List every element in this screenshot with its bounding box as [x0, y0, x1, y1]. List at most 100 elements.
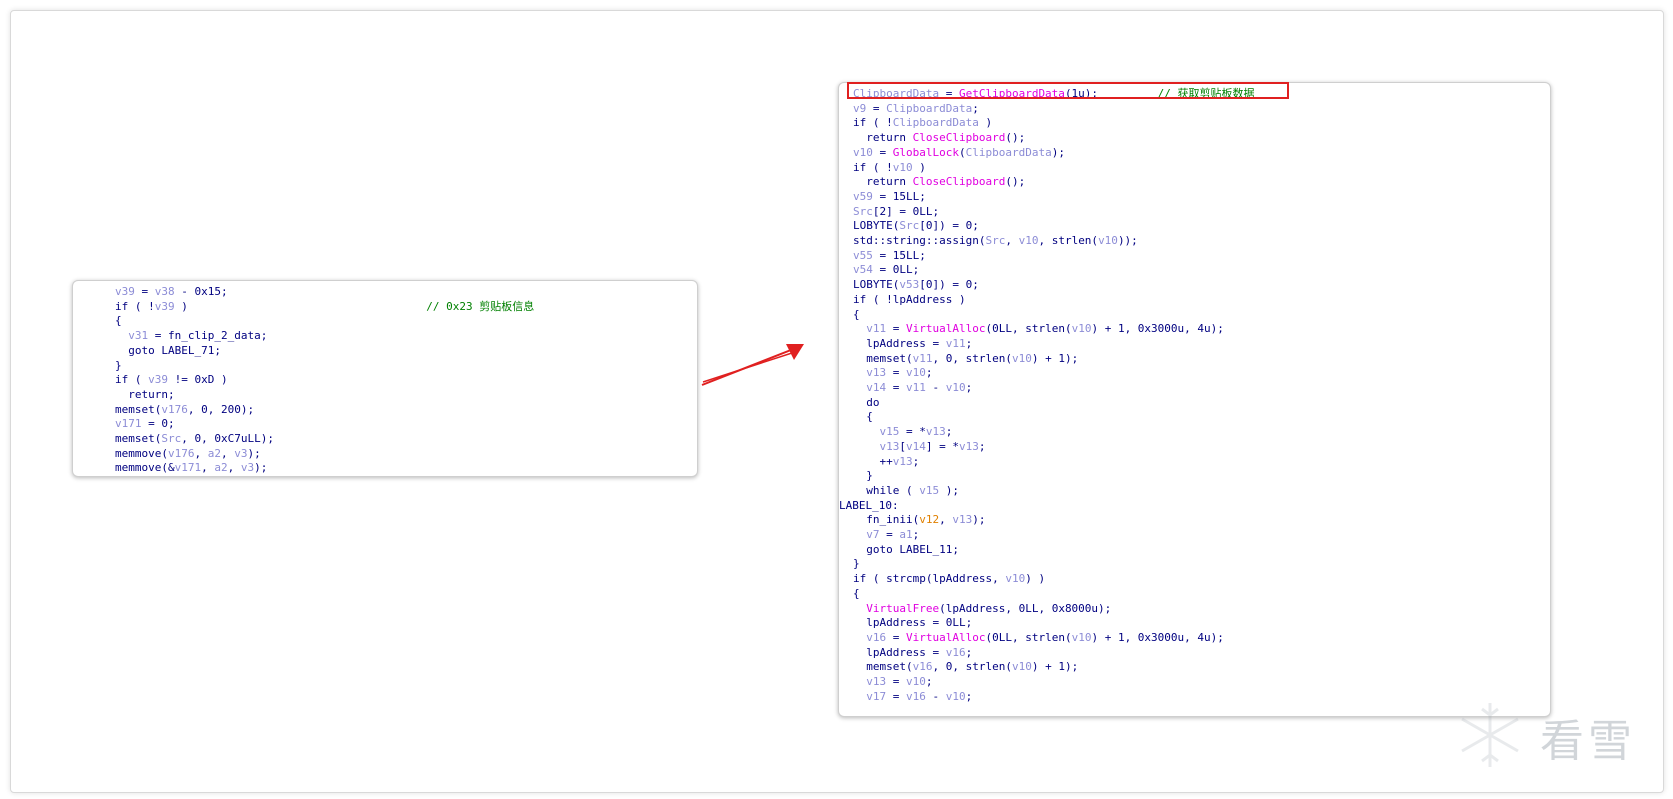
code-token: v171 — [174, 461, 202, 475]
code-token: ) — [978, 116, 993, 130]
code-token: ; — [945, 425, 953, 439]
code-token: ); — [972, 513, 986, 527]
code-line: { — [115, 313, 122, 328]
code-token: v16 — [866, 630, 887, 644]
code-token: lpAddress = 0LL; — [853, 616, 973, 630]
code-token: , strlen( — [1038, 234, 1099, 247]
code-token: v10 — [945, 689, 966, 703]
code-token: fn_inii( — [853, 513, 920, 527]
code-line: VirtualFree(lpAddress, 0LL, 0x8000u); — [853, 601, 1111, 616]
code-token: ; — [972, 101, 979, 115]
code-token: v55 — [853, 248, 873, 262]
code-line: v17 = v16 - v10; — [853, 689, 972, 704]
code-token: , 0, 200); — [187, 402, 255, 416]
code-token: return — [853, 175, 913, 189]
code-token: v39 — [115, 285, 135, 298]
code-token: return — [853, 131, 913, 145]
code-token: ); — [939, 483, 959, 497]
code-token: v54 — [853, 263, 873, 277]
code-token: if ( strcmp(lpAddress, — [853, 572, 1006, 586]
arrow-icon — [701, 344, 804, 386]
code-token: v9 — [853, 101, 867, 115]
code-token: v10 — [1011, 660, 1032, 674]
code-token: = — [866, 101, 887, 115]
decompiled-code-panel-left: v39 = v38 - 0x15; if ( !v39 ) // 0x23 剪贴板… — [72, 280, 698, 477]
code-token: v12 — [919, 513, 940, 527]
code-line: v7 = a1; — [853, 527, 919, 542]
code-line: if ( !v39 ) // 0x23 剪贴板信息 — [115, 299, 534, 314]
code-line: v54 = 0LL; — [853, 262, 919, 277]
code-line: lpAddress = 0LL; — [853, 615, 972, 630]
code-token: ) + 1, 0x3000u, 4u); — [1091, 630, 1224, 644]
code-token: if ( !lpAddress ) — [853, 292, 966, 306]
code-line: v14 = v11 - v10; — [853, 380, 972, 395]
code-token: , — [201, 461, 215, 475]
code-token: v11 — [912, 351, 933, 365]
code-line: memset(v11, 0, strlen(v10) + 1); — [853, 351, 1078, 366]
code-line: while ( v15 ); — [853, 483, 959, 498]
code-token: v13 — [925, 425, 946, 439]
code-token: ; — [965, 689, 973, 703]
code-line: lpAddress = v11; — [853, 336, 972, 351]
code-token: ; — [925, 366, 933, 380]
code-token: a2 — [214, 461, 228, 475]
code-token: v39 — [154, 299, 175, 313]
code-token: = 15LL; — [872, 189, 926, 203]
code-token: // 0x23 剪贴板信息 — [426, 299, 535, 313]
code-token: v11 — [906, 381, 926, 394]
code-token: = fn_clip_2_data; — [148, 329, 268, 343]
code-token: { — [853, 586, 860, 600]
code-line: memmove(v176, a2, v3); — [115, 446, 261, 461]
code-token: ; — [965, 645, 973, 659]
code-token: v13 — [892, 454, 913, 468]
code-token: = — [886, 322, 906, 336]
code-line: v171 = 0; — [115, 416, 175, 431]
code-token: , — [227, 461, 241, 475]
code-line: memset(v176, 0, 200); — [115, 402, 254, 417]
code-line: LOBYTE(v53[0]) = 0; — [853, 277, 979, 292]
code-token: = * — [899, 425, 926, 439]
code-line: if ( strcmp(lpAddress, v10) ) — [853, 571, 1045, 586]
code-token: LABEL_10: — [839, 498, 899, 512]
code-token: } — [853, 557, 860, 571]
code-token: = — [886, 689, 906, 703]
code-token: Src — [985, 234, 1006, 247]
code-line: goto LABEL_11; — [853, 542, 959, 557]
code-line: ++v13; — [853, 454, 919, 469]
code-token: v14 — [906, 439, 926, 453]
code-token: lpAddress = — [853, 336, 946, 350]
code-token: v13 — [866, 675, 887, 688]
code-token: v59 — [853, 189, 873, 203]
code-line: v10 = GlobalLock(ClipboardData); — [853, 145, 1065, 160]
code-line: v13 = v10; — [853, 674, 932, 689]
code-token: Src — [853, 204, 873, 218]
code-token: , — [1005, 234, 1019, 247]
code-line: v59 = 15LL; — [853, 189, 926, 204]
code-token: = — [886, 675, 906, 688]
code-token: v13 — [952, 513, 973, 527]
code-token: v10 — [1098, 234, 1118, 247]
code-token: ; — [912, 454, 920, 468]
code-token: v14 — [866, 381, 887, 394]
code-token: , 0, strlen( — [932, 660, 1012, 674]
code-token: - — [925, 381, 946, 394]
code-line: fn_inii(v12, v13); — [853, 512, 985, 527]
code-token: goto LABEL_11; — [853, 542, 959, 556]
code-token: lpAddress = — [853, 645, 946, 659]
code-line: LABEL_10: — [839, 498, 899, 513]
code-token: Src — [161, 432, 182, 445]
code-token: if ( ! — [853, 116, 893, 130]
code-token: ) ) — [1025, 572, 1046, 586]
code-token: - — [925, 689, 946, 703]
code-line: Src[2] = 0LL; — [853, 204, 939, 219]
code-line: if ( v39 != 0xD ) — [115, 372, 228, 387]
code-token: ClipboardData — [965, 145, 1052, 159]
code-token: ) — [912, 160, 926, 174]
code-token: ) + 1); — [1031, 660, 1079, 674]
code-token: CloseClipboard — [912, 175, 1006, 189]
